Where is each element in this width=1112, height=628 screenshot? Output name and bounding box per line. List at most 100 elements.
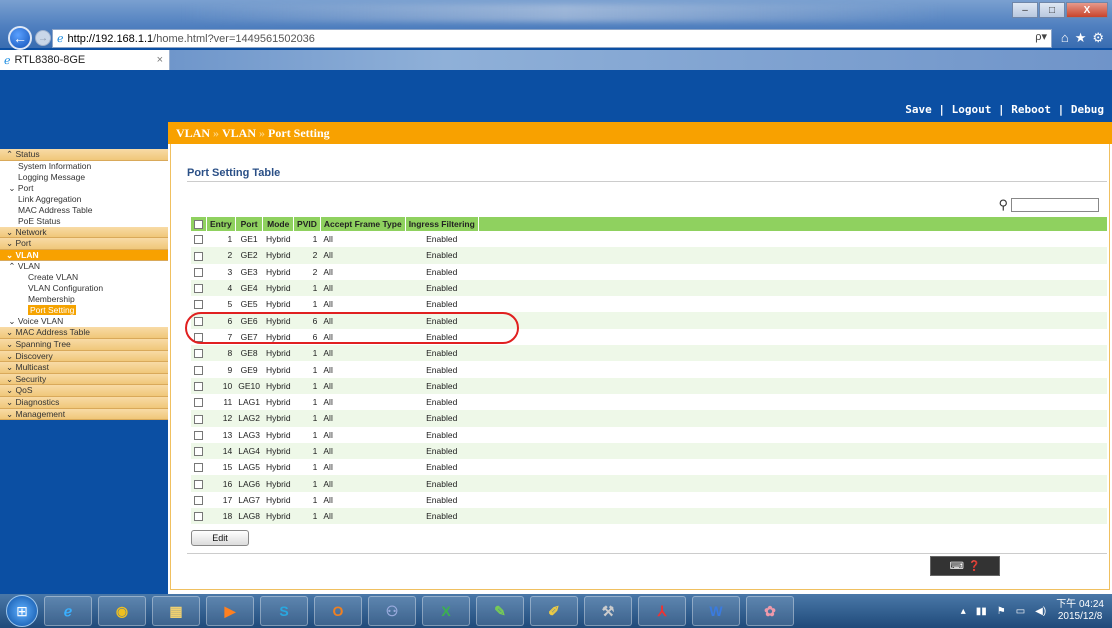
search-dropdown-icon[interactable]: ρ▾ — [1035, 30, 1047, 43]
maximize-button[interactable]: □ — [1039, 2, 1065, 18]
column-header[interactable]: Mode — [262, 217, 295, 231]
sidebar-item-link-aggregation[interactable]: Link Aggregation — [0, 193, 168, 205]
table-row[interactable]: 11 LAG1 Hybrid 1 All Enabled — [191, 394, 1107, 410]
row-checkbox[interactable] — [194, 496, 204, 506]
favorites-star-icon[interactable]: ★ — [1075, 30, 1087, 46]
save-link[interactable]: Save — [905, 103, 932, 116]
row-checkbox[interactable] — [194, 349, 204, 359]
column-header[interactable]: Port — [235, 217, 264, 231]
taskbar-excel-icon[interactable]: X — [422, 596, 470, 626]
taskbar-chrome-icon[interactable]: ◉ — [98, 596, 146, 626]
column-header[interactable]: Ingress Filtering — [405, 217, 479, 231]
sidebar-item-vlan[interactable]: ⌄ VLAN — [0, 249, 168, 262]
taskbar-paint-icon[interactable]: ✿ — [746, 596, 794, 626]
tray-flag-icon[interactable]: ⚑ — [997, 606, 1006, 617]
taskbar-outlook-icon[interactable]: O — [314, 596, 362, 626]
row-checkbox[interactable] — [194, 430, 204, 440]
row-checkbox[interactable] — [194, 447, 204, 457]
taskbar-network-icon[interactable]: ⚇ — [368, 596, 416, 626]
sidebar-item-port-setting[interactable]: Port Setting — [0, 305, 168, 317]
table-row[interactable]: 8 GE8 Hybrid 1 All Enabled — [191, 345, 1107, 362]
clock[interactable]: 下午 04:24 2015/12/8 — [1056, 599, 1104, 623]
row-checkbox[interactable] — [194, 300, 204, 310]
table-row[interactable]: 13 LAG3 Hybrid 1 All Enabled — [191, 427, 1107, 443]
sidebar-item-vlan-configuration[interactable]: VLAN Configuration — [0, 283, 168, 295]
sidebar-item-port-status-group[interactable]: ⌄ Port — [0, 182, 168, 194]
language-bar[interactable]: ⌨ ❓ — [930, 556, 1000, 576]
tab-close-icon[interactable]: × — [157, 54, 163, 66]
taskbar-word-icon[interactable]: W — [692, 596, 740, 626]
taskbar-tool-icon[interactable]: ⚒ — [584, 596, 632, 626]
taskbar-editor-icon[interactable]: ✐ — [530, 596, 578, 626]
tray-volume-icon[interactable]: ◀) — [1035, 606, 1046, 617]
row-checkbox[interactable] — [194, 398, 204, 408]
sidebar-item-poe-status[interactable]: PoE Status — [0, 215, 168, 227]
address-bar[interactable]: ℯ http://192.168.1.1/home.html?ver=14495… — [52, 29, 1052, 48]
table-row[interactable]: 17 LAG7 Hybrid 1 All Enabled — [191, 492, 1107, 508]
debug-link[interactable]: Debug — [1071, 103, 1104, 116]
settings-gear-icon[interactable]: ⚙ — [1092, 30, 1104, 46]
table-row[interactable]: 2 GE2 Hybrid 2 All Enabled — [191, 247, 1107, 264]
sidebar-item-membership[interactable]: Membership — [0, 294, 168, 306]
table-row[interactable]: 10 GE10 Hybrid 1 All Enabled — [191, 377, 1107, 394]
row-checkbox[interactable] — [194, 284, 204, 294]
taskbar-pdf-icon[interactable]: ⅄ — [638, 596, 686, 626]
row-checkbox[interactable] — [194, 414, 204, 424]
column-header[interactable]: Entry — [206, 217, 236, 231]
sidebar-item-status[interactable]: ⌃ Status — [0, 149, 168, 161]
taskbar-ie-icon[interactable]: ℯ — [44, 596, 92, 626]
sidebar-item-management[interactable]: ⌄ Management — [0, 408, 168, 421]
table-row[interactable]: 12 LAG2 Hybrid 1 All Enabled — [191, 410, 1107, 427]
table-row[interactable]: 18 LAG8 Hybrid 1 All Enabled — [191, 508, 1107, 525]
edit-button[interactable]: Edit — [191, 530, 249, 546]
table-row[interactable]: 3 GE3 Hybrid 2 All Enabled — [191, 264, 1107, 280]
home-icon[interactable]: ⌂ — [1061, 30, 1069, 46]
select-all-checkbox[interactable] — [194, 220, 203, 230]
close-window-button[interactable]: X — [1066, 2, 1108, 18]
sidebar-item-voice-vlan[interactable]: ⌄ Voice VLAN — [0, 316, 168, 328]
column-header[interactable]: PVID — [293, 217, 321, 231]
sidebar-item-diagnostics[interactable]: ⌄ Diagnostics — [0, 396, 168, 409]
sidebar-item-vlan-group[interactable]: ⌃ VLAN — [0, 261, 168, 273]
sidebar-item-mac-address-table-status[interactable]: MAC Address Table — [0, 204, 168, 216]
row-checkbox[interactable] — [194, 235, 204, 245]
tray-expand-icon[interactable]: ▴ — [961, 606, 966, 617]
tray-battery-icon[interactable]: ▭ — [1016, 606, 1025, 617]
back-button[interactable]: ← — [8, 26, 32, 50]
column-header[interactable]: Accept Frame Type — [320, 217, 406, 231]
logout-link[interactable]: Logout — [952, 103, 992, 116]
sidebar-item-create-vlan[interactable]: Create VLAN — [0, 272, 168, 284]
sidebar-item-qos[interactable]: ⌄ QoS — [0, 385, 168, 397]
taskbar-skype-icon[interactable]: S — [260, 596, 308, 626]
sidebar-item-security[interactable]: ⌄ Security — [0, 373, 168, 386]
forward-button[interactable]: → — [35, 30, 51, 46]
sidebar-item-system-information[interactable]: System Information — [0, 160, 168, 172]
taskbar-explorer-icon[interactable]: ▦ — [152, 596, 200, 626]
table-row[interactable]: 15 LAG5 Hybrid 1 All Enabled — [191, 459, 1107, 475]
taskbar-app-icon[interactable]: ✎ — [476, 596, 524, 626]
sidebar-item-logging-message[interactable]: Logging Message — [0, 171, 168, 183]
row-checkbox[interactable] — [194, 251, 204, 261]
minimize-button[interactable]: – — [1012, 2, 1038, 18]
table-row[interactable]: 16 LAG6 Hybrid 1 All Enabled — [191, 475, 1107, 492]
table-row[interactable]: 1 GE1 Hybrid 1 All Enabled — [191, 231, 1107, 247]
reboot-link[interactable]: Reboot — [1011, 103, 1051, 116]
row-checkbox[interactable] — [194, 267, 204, 277]
sidebar-item-port[interactable]: ⌄ Port — [0, 238, 168, 250]
search-input[interactable] — [1011, 198, 1099, 212]
sidebar-item-spanning-tree[interactable]: ⌄ Spanning Tree — [0, 338, 168, 351]
table-row[interactable]: 5 GE5 Hybrid 1 All Enabled — [191, 296, 1107, 312]
table-row[interactable]: 4 GE4 Hybrid 1 All Enabled — [191, 279, 1107, 297]
row-checkbox[interactable] — [194, 463, 204, 473]
start-button[interactable]: ⊞ — [6, 595, 38, 627]
tray-network-icon[interactable]: ▮▮ — [976, 606, 987, 617]
search-icon[interactable]: ⚲ — [998, 197, 1008, 213]
row-checkbox[interactable] — [194, 512, 204, 522]
row-checkbox[interactable] — [194, 479, 204, 489]
sidebar-item-mac-address-table[interactable]: ⌄ MAC Address Table — [0, 327, 168, 339]
sidebar-item-network[interactable]: ⌄ Network — [0, 226, 168, 239]
sidebar-item-multicast[interactable]: ⌄ Multicast — [0, 362, 168, 374]
taskbar-media-icon[interactable]: ▶ — [206, 596, 254, 626]
row-checkbox[interactable] — [194, 381, 204, 391]
table-row[interactable]: 9 GE9 Hybrid 1 All Enabled — [191, 361, 1107, 377]
